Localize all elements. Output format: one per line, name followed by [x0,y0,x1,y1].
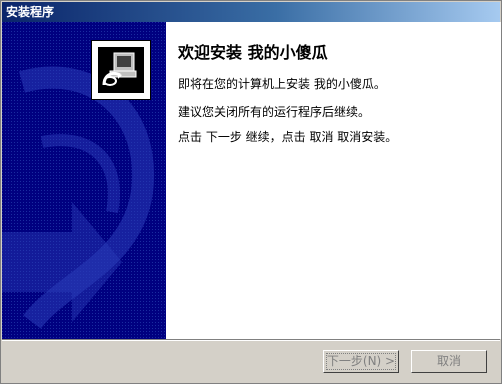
footer-separator [2,339,500,341]
installer-window: 安装程序 欢迎安装 我的小傻瓜 即将在您的计算机上安装 我的小傻瓜。 建议您关闭… [0,0,502,384]
welcome-heading: 欢迎安装 我的小傻瓜 [178,43,328,62]
computer-disk-icon [91,40,151,100]
next-button[interactable]: 下一步(N) > [323,350,399,373]
window-title: 安装程序 [6,5,55,19]
install-info-text: 即将在您的计算机上安装 我的小傻瓜。 [178,77,386,91]
side-banner [2,22,166,339]
welcome-content: 欢迎安装 我的小傻瓜 即将在您的计算机上安装 我的小傻瓜。 建议您关闭所有的运行… [166,22,501,339]
cancel-button[interactable]: 取消 [411,350,487,373]
instructions-text: 点击 下一步 继续，点击 取消 取消安装。 [178,130,398,144]
title-bar[interactable]: 安装程序 [2,2,500,22]
close-programs-text: 建议您关闭所有的运行程序后继续。 [178,105,371,119]
